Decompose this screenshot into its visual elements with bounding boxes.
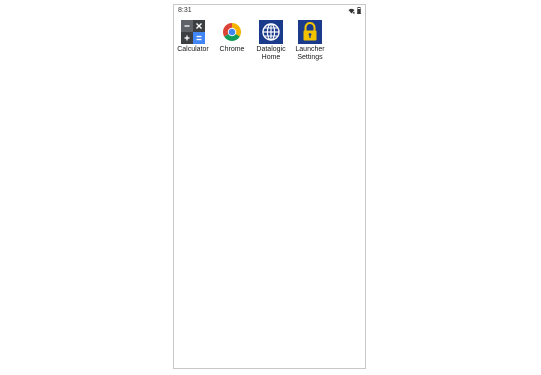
lock-icon — [298, 20, 322, 44]
app-label: Datalogic Home — [256, 46, 286, 61]
app-launcher-settings[interactable]: Launcher Settings — [291, 20, 329, 62]
status-bar: 8:31 — [174, 5, 365, 16]
app-grid: Calculator Chrome Datalogic Home Launche… — [174, 20, 365, 70]
globe-icon — [259, 20, 283, 44]
app-label: Launcher Settings — [295, 46, 325, 61]
app-label: Calculator — [177, 46, 209, 53]
chrome-icon — [220, 20, 244, 44]
status-icons — [348, 7, 361, 14]
app-chrome[interactable]: Chrome — [213, 20, 251, 54]
device-screen: 8:31 Calculator Chrome Datalogic Home La… — [173, 4, 366, 369]
status-time: 8:31 — [178, 7, 192, 14]
wifi-icon — [348, 8, 355, 14]
app-label: Chrome — [219, 46, 245, 53]
app-calculator[interactable]: Calculator — [174, 20, 212, 54]
calculator-icon — [181, 20, 205, 44]
app-datalogic-home[interactable]: Datalogic Home — [252, 20, 290, 62]
battery-icon — [357, 7, 361, 14]
